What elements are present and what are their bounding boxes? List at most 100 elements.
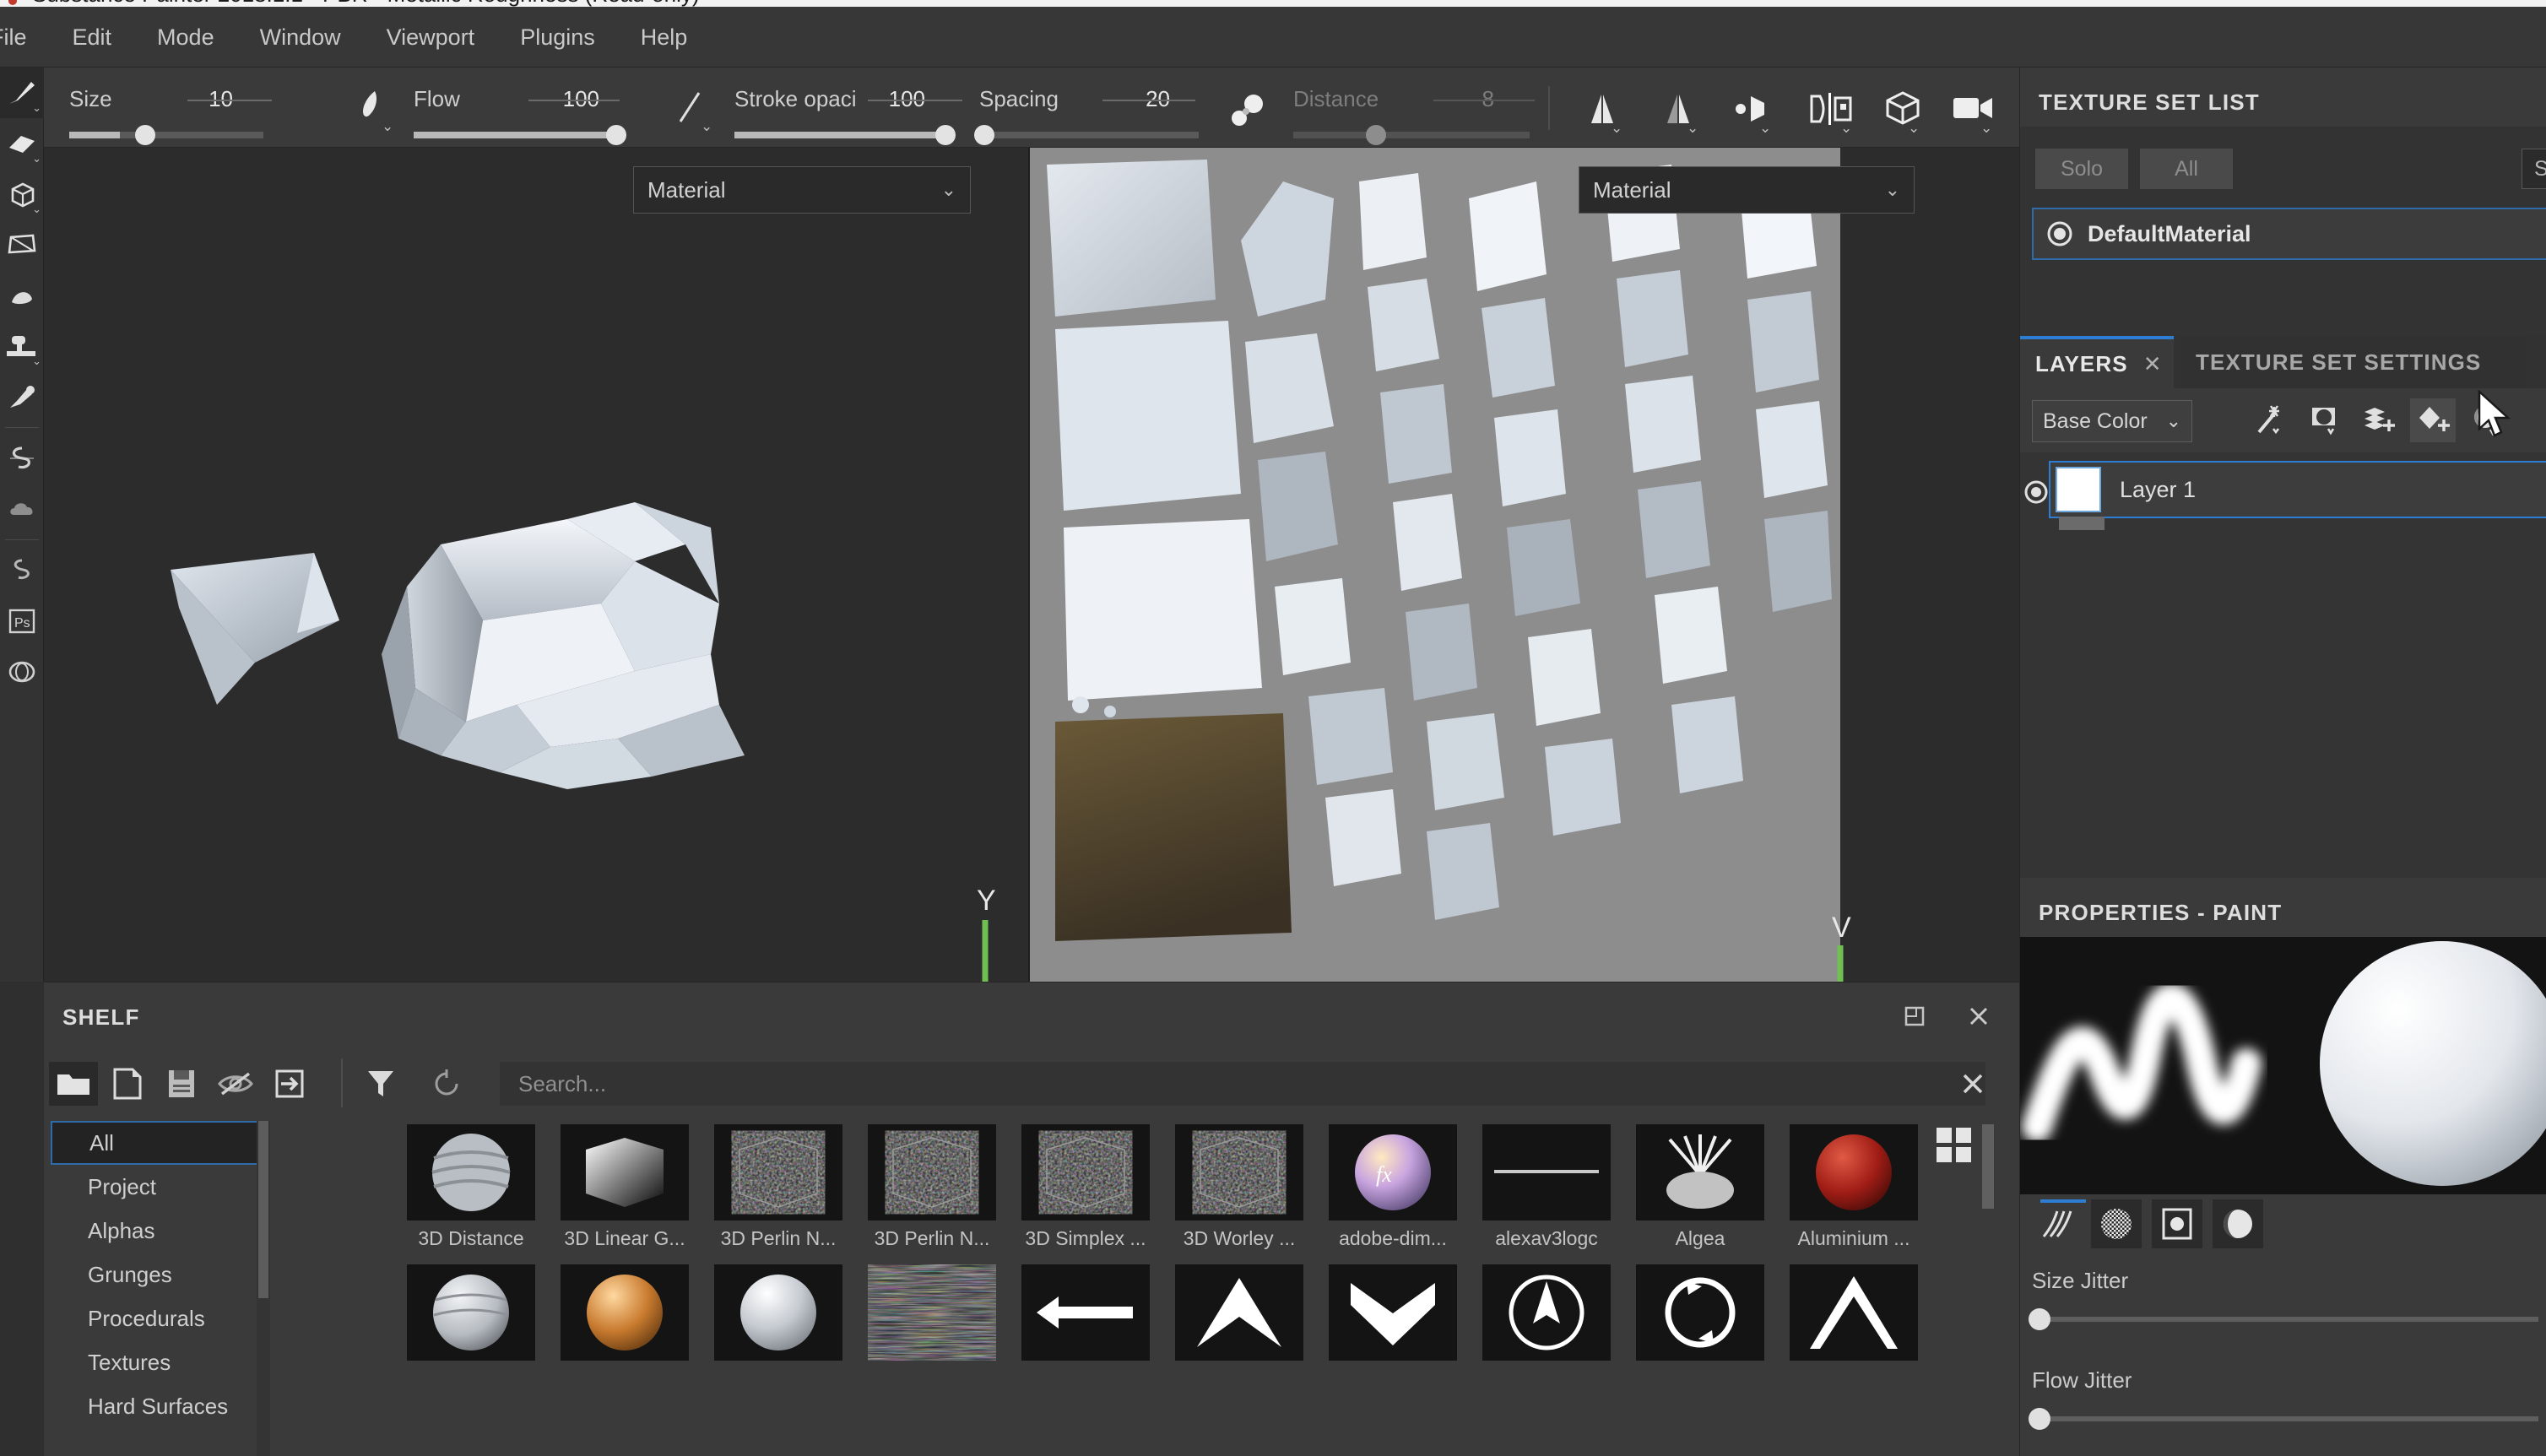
alpha-tab[interactable] [2091, 1199, 2142, 1248]
viewport-3d-chevron-icon[interactable]: ⌄ [1908, 120, 1920, 137]
save-icon[interactable] [157, 1062, 206, 1106]
size-jitter-knob[interactable] [2029, 1308, 2050, 1330]
layer-row-layer-1[interactable]: Layer 1 [2049, 461, 2546, 518]
shelf-asset[interactable] [1175, 1264, 1303, 1361]
flow-slider[interactable] [414, 132, 625, 138]
stroke-opacity-slider[interactable] [734, 132, 954, 138]
shelf-category-list[interactable]: All Project Alphas Grunges Procedurals Textur… [51, 1121, 270, 1456]
polygon-fill-tool[interactable] [0, 219, 44, 270]
shelf-asset[interactable]: 3D Distance [407, 1124, 535, 1250]
chevron-down-icon[interactable]: ⌄ [32, 101, 41, 115]
shelf-asset[interactable] [714, 1264, 842, 1361]
symmetry-mirror-chevron-icon[interactable]: ⌄ [1687, 120, 1698, 137]
shelf-close-button[interactable] [1967, 1004, 1991, 1028]
material-picker-tool[interactable] [0, 371, 44, 422]
add-mask-icon[interactable] [2302, 398, 2348, 442]
layer-visibility-icon[interactable] [2005, 478, 2050, 506]
all-button[interactable]: All [2140, 149, 2233, 189]
menu-item-help[interactable]: Help [618, 7, 711, 68]
shelf-asset[interactable] [1636, 1264, 1764, 1361]
eraser-tool[interactable]: ⌄ [0, 118, 44, 169]
refresh-icon[interactable] [422, 1062, 471, 1106]
shelf-category-procedurals[interactable]: Procedurals [51, 1296, 270, 1340]
import-icon[interactable] [265, 1062, 314, 1106]
paint-tool[interactable]: ⌄ [0, 68, 44, 118]
shelf-category-scrollbar[interactable] [257, 1121, 270, 1456]
shelf-asset[interactable] [868, 1264, 996, 1361]
smart-mask-tool[interactable] [0, 484, 44, 534]
bake-tool[interactable] [0, 647, 44, 697]
spacing-jitter-icon[interactable] [1226, 86, 1271, 136]
photoshop-link[interactable]: Ps [0, 596, 44, 647]
symmetry-plane-chevron-icon[interactable]: ⌄ [1759, 120, 1771, 137]
flow-jitter-slider[interactable] [2032, 1416, 2538, 1421]
viewport-uv-channel-dropdown[interactable]: Material ⌄ [1579, 166, 1915, 214]
texture-set-search-input[interactable]: Se [2522, 149, 2546, 189]
new-document-icon[interactable] [103, 1062, 152, 1106]
shelf-grid-scrollbar[interactable] [1982, 1124, 1994, 1209]
size-pressure-chevron-icon[interactable]: ⌄ [382, 118, 393, 135]
shelf-asset[interactable]: 3D Linear G... [561, 1124, 689, 1250]
param-flow[interactable]: Flow 100 [405, 68, 626, 148]
menu-item-plugins[interactable]: Plugins [497, 7, 618, 68]
shelf-asset[interactable]: alexav3logc [1482, 1124, 1611, 1250]
menu-item-edit[interactable]: Edit [50, 7, 135, 68]
shelf-maximize-button[interactable] [1903, 1004, 1926, 1028]
shelf-category-textures[interactable]: Textures [51, 1340, 270, 1384]
shelf-asset[interactable] [1790, 1264, 1918, 1361]
shelf-category-project[interactable]: Project [51, 1165, 270, 1209]
menu-item-window[interactable]: Window [237, 7, 364, 68]
shelf-asset[interactable]: 3D Perlin N... [714, 1124, 842, 1250]
viewport-3d-channel-dropdown[interactable]: Material ⌄ [633, 166, 971, 214]
material-tab[interactable] [2213, 1199, 2263, 1248]
texture-set-visibility-icon[interactable] [2045, 219, 2074, 248]
grid-view-toggle[interactable] [1935, 1126, 1974, 1165]
flow-jitter-knob[interactable] [2029, 1408, 2050, 1430]
shelf-asset[interactable]: Aluminium ... [1790, 1124, 1918, 1250]
filter-icon[interactable] [356, 1062, 405, 1106]
viewport-uv[interactable]: Material ⌄ V U [1030, 148, 2019, 982]
hide-eye-icon[interactable] [211, 1062, 260, 1106]
shelf-asset[interactable] [561, 1264, 689, 1361]
flow-pressure-chevron-icon[interactable]: ⌄ [701, 118, 712, 135]
shelf-asset[interactable] [1021, 1264, 1150, 1361]
shelf-category-grunges[interactable]: Grunges [51, 1253, 270, 1296]
close-icon[interactable]: ✕ [2143, 351, 2163, 377]
shelf-asset[interactable]: Algea [1636, 1124, 1764, 1250]
shelf-search-input[interactable]: Search... [500, 1062, 1985, 1106]
shelf-asset[interactable]: 3D Simplex ... [1021, 1124, 1150, 1250]
camera-chevron-icon[interactable]: ⌄ [1980, 120, 1992, 137]
shelf-category-alphas[interactable]: Alphas [51, 1209, 270, 1253]
shelf-asset[interactable]: 3D Worley ... [1175, 1124, 1303, 1250]
param-size[interactable]: Size 10 [61, 68, 272, 148]
viewport-3d[interactable]: Material ⌄ Y X Z [44, 148, 1030, 982]
shelf-asset[interactable]: 3D Perlin N... [868, 1124, 996, 1250]
param-distance[interactable]: Distance 8 [1285, 68, 1538, 148]
shelf-category-hard-surfaces[interactable]: Hard Surfaces [51, 1384, 270, 1428]
tab-layers[interactable]: LAYERS ✕ [2020, 336, 2174, 388]
shelf-asset-grid[interactable]: 3D Distance 3D Linear G... 3D Perlin N... 3… [407, 1121, 1994, 1456]
spacing-slider[interactable] [979, 132, 1199, 138]
add-effect-icon[interactable] [2248, 398, 2294, 442]
layer-list[interactable]: Layer 1 [2020, 452, 2546, 878]
chevron-down-icon[interactable]: ⌄ [32, 355, 41, 368]
texture-set-row-defaultmaterial[interactable]: DefaultMaterial Main s [2032, 208, 2546, 260]
size-pressure-icon[interactable] [356, 86, 385, 126]
substance-icon-a[interactable] [0, 433, 44, 484]
brush-tab[interactable] [2030, 1199, 2086, 1248]
clone-tool[interactable]: ⌄ [0, 321, 44, 371]
shelf-asset[interactable] [407, 1264, 535, 1361]
display-split-chevron-icon[interactable]: ⌄ [1840, 120, 1852, 137]
size-jitter-slider[interactable] [2032, 1317, 2538, 1322]
size-slider[interactable] [69, 132, 263, 138]
shelf-asset[interactable] [1482, 1264, 1611, 1361]
shelf-asset[interactable] [1329, 1264, 1457, 1361]
distance-slider[interactable] [1293, 132, 1530, 138]
substance-icon-b[interactable] [0, 545, 44, 596]
stencil-tab[interactable] [2152, 1199, 2202, 1248]
projection-tool[interactable]: ⌄ [0, 169, 44, 219]
menu-item-mode[interactable]: Mode [134, 7, 237, 68]
smudge-tool[interactable] [0, 270, 44, 321]
channel-dropdown[interactable]: Base Color ⌄ [2032, 400, 2192, 442]
shelf-asset[interactable]: fx adobe-dim... [1329, 1124, 1457, 1250]
